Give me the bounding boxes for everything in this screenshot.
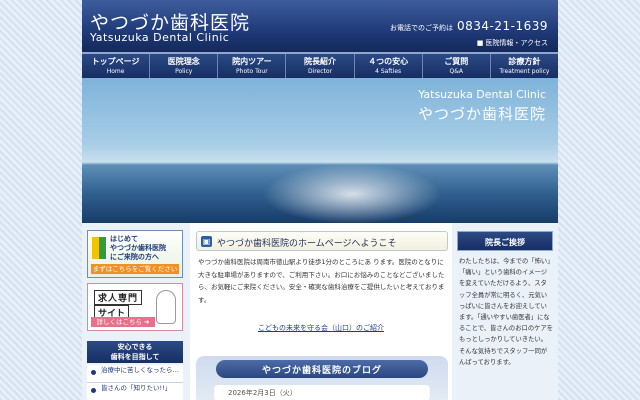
nav-item-policy[interactable]: 医院理念 Policy [150,54,219,78]
welcome-heading-box: ▣ やつづか歯科医院のホームページへようこそ [196,231,448,251]
nav-label-en: Photo Tour [236,68,268,75]
left-sidebar: はじめて やつづか歯科医院 にご来院の方へ まずはこちらをご覧ください 求人専門… [82,223,190,400]
recruit-link[interactable]: 詳しくはこちら ➜ [91,317,155,327]
site-header: やつづか歯科医院 Yatsuzuka Dental Clinic お電話でのご予… [82,0,558,52]
staff-illustration-icon [156,290,176,324]
site-logo-en: Yatsuzuka Dental Clinic [90,31,230,44]
nav-label-en: Q&A [449,68,464,75]
nav-item-director[interactable]: 院長紹介 Director [286,54,355,78]
phone-label: お電話でのご予約は [389,24,453,32]
nav-label-jp: ４つの安心 [368,56,409,66]
first-visit-line: はじめて [110,235,138,243]
nav-item-qa[interactable]: ご質問 Q&A [423,54,491,78]
nav-label-jp: 院内ツアー [232,56,272,66]
kodomo-mirai-link[interactable]: こどもの未来を守る会（山口）のご紹介 [190,323,452,333]
first-visit-link[interactable]: まずはこちらをご覧ください [91,264,179,274]
welcome-text: やつづか歯科医院は周南市徳山駅より徒歩1分のところにあ ります。医院のとなりに大… [198,258,445,304]
tooth-icon: ▣ [201,236,212,247]
phone-number[interactable]: 0834-21-1639 [457,19,548,33]
hero-title-en: Yatsuzuka Dental Clinic [418,88,546,101]
blog-section: やつづか歯科医院のブログ 2026年2月3日（火） [196,356,448,400]
first-visit-text: はじめて やつづか歯科医院 にご来院の方へ [110,235,166,262]
nav-label-jp: 診療方針 [508,56,541,66]
recruit-banner[interactable]: 求人専門 サイト 詳しくはこちら ➜ [87,283,183,331]
access-link[interactable]: ■ 医院情報・アクセス [477,38,548,48]
sun-reflection [262,164,442,223]
sidebar-list: 治療中に苦しくなったら… 皆さんの「知りたい!!」 [87,365,183,400]
sidebar-list-item[interactable]: 皆さんの「知りたい!!」 [87,383,183,400]
recruit-title: 求人専門 [94,290,143,305]
nav-label-jp: トップページ [91,56,140,66]
nav-label-jp: 院長紹介 [303,56,336,66]
sidebar-list-item[interactable]: 治療中に苦しくなったら… [87,365,183,383]
blog-title[interactable]: やつづか歯科医院のブログ [196,363,448,376]
page: やつづか歯科医院 Yatsuzuka Dental Clinic お電話でのご予… [82,0,558,400]
blog-date: 2026年2月3日（火） [214,385,430,400]
director-greeting-text: わたしたちは、今までの「怖い」「痛い」という歯科のイメージを変えていただけるよう… [459,258,554,366]
nav-label-en: Treatment policy [499,68,550,75]
nav-label-en: Home [106,68,125,75]
nav-label-jp: ご質問 [444,56,469,66]
hero-ocean-image: Yatsuzuka Dental Clinic やつづか歯科医院 [82,78,558,223]
phone-info: お電話でのご予約は 0834-21-1639 [390,19,548,33]
nav-label-en: Director [307,68,333,75]
right-sidebar: 院長ご挨拶 わたしたちは、今までの「怖い」「痛い」という歯科のイメージを変えてい… [452,223,558,400]
first-visit-line: にご来院の方へ [110,253,159,261]
sidebar-heading-line: 安心できる [117,342,153,351]
beginner-mark-icon [92,237,106,259]
sidebar-heading-line: 歯科を目指して [110,352,160,361]
nav-item-photo-tour[interactable]: 院内ツアー Photo Tour [218,54,287,78]
square-bullet-icon: ■ [476,39,484,47]
welcome-title: やつづか歯科医院のホームページへようこそ [217,239,397,249]
nav-item-treatment-policy[interactable]: 診療方針 Treatment policy [491,54,558,78]
hero-title-jp: やつづか歯科医院 [417,105,546,123]
main-content: ▣ やつづか歯科医院のホームページへようこそ やつづか歯科医院は周南市徳山駅より… [190,223,452,400]
nav-label-jp: 医院理念 [167,56,200,66]
nav-item-home[interactable]: トップページ Home [82,54,151,78]
nav-label-en: 4 Safties [375,68,402,75]
nav-item-safties[interactable]: ４つの安心 4 Safties [355,54,423,78]
access-link-label: 医院情報・アクセス [485,39,548,47]
director-greeting-heading[interactable]: 院長ご挨拶 [457,231,553,251]
main-nav: トップページ Home 医院理念 Policy 院内ツアー Photo Tour 院長… [82,52,558,78]
first-visit-line: やつづか歯科医院 [110,244,166,252]
first-visit-banner[interactable]: はじめて やつづか歯科医院 にご来院の方へ まずはこちらをご覧ください [87,230,183,278]
nav-label-en: Policy [175,68,193,75]
sidebar-section-heading: 安心できる 歯科を目指して [87,341,183,363]
